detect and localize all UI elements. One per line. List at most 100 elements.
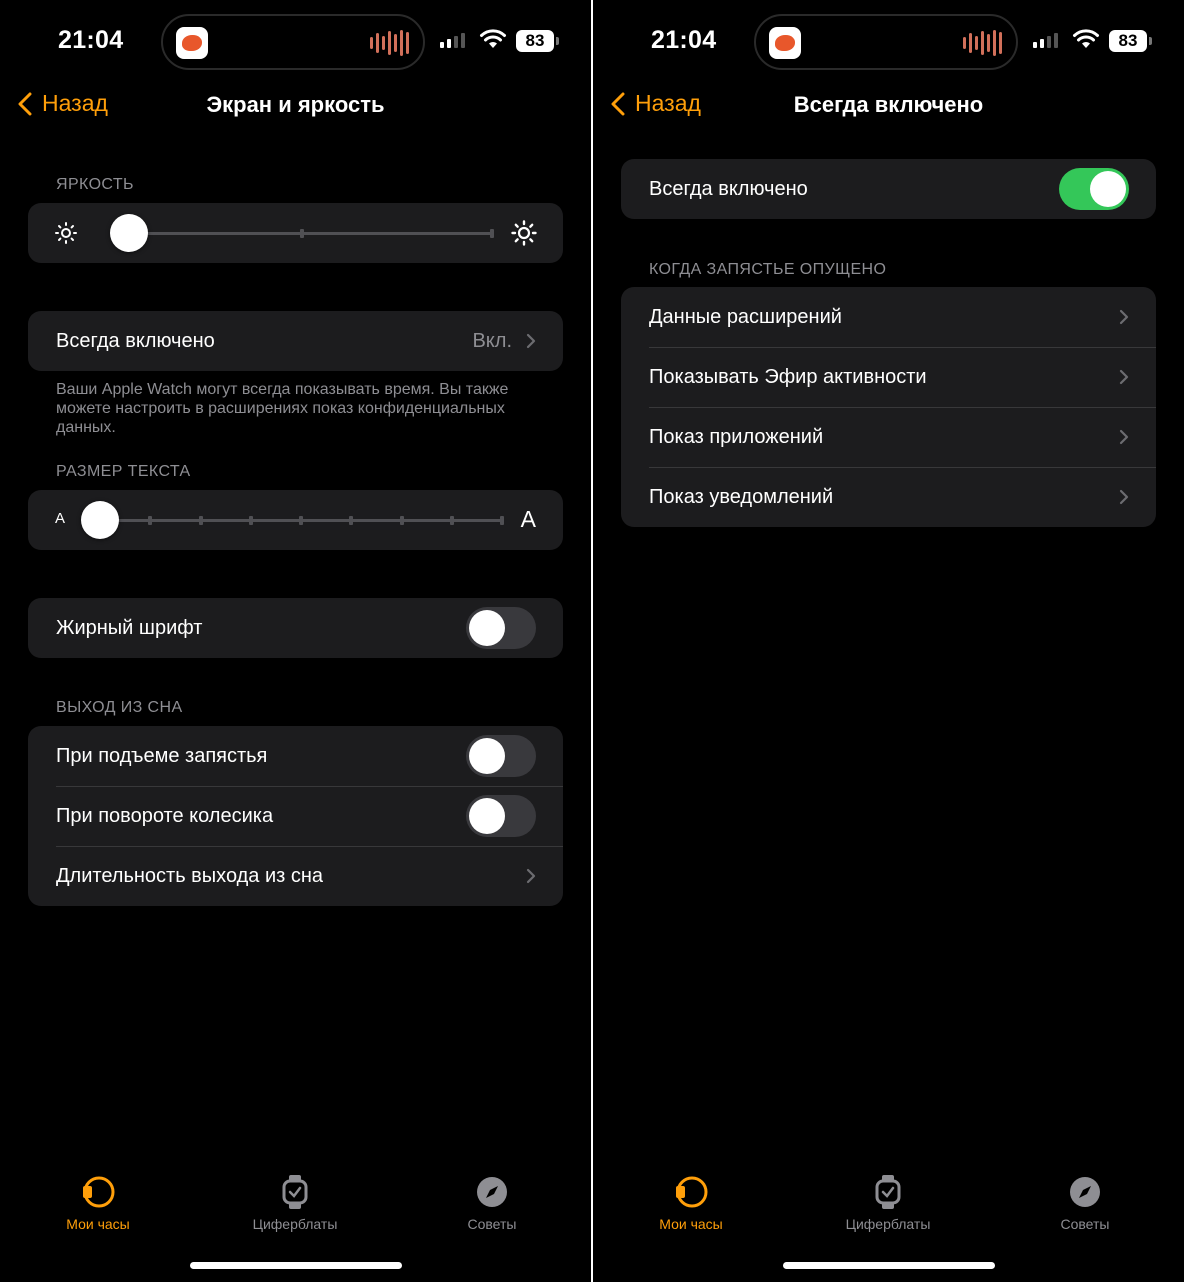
chevron-right-icon — [526, 868, 536, 884]
tab-tips[interactable]: Советы — [417, 1170, 567, 1232]
text-size-knob[interactable] — [81, 501, 119, 539]
always-on-row: Всегда включено — [621, 159, 1156, 219]
always-on-row[interactable]: Всегда включено Вкл. — [28, 311, 563, 371]
tab-bar: Мои часы Циферблаты Советы — [593, 1170, 1184, 1240]
always-on-group: Всегда включено Вкл. — [28, 311, 563, 371]
toggle-knob — [469, 798, 505, 834]
text-size-large-label: A — [520, 506, 536, 532]
watch-icon — [813, 1170, 963, 1214]
text-size-track[interactable] — [100, 516, 504, 525]
list-item[interactable]: Показывать Эфир активности — [621, 347, 1156, 407]
tab-label: Советы — [467, 1216, 517, 1232]
watch-face-icon — [616, 1170, 766, 1214]
wrist-down-group: Данные расширений Показывать Эфир активн… — [621, 287, 1156, 527]
tab-label: Циферблаты — [252, 1216, 338, 1232]
brightness-header: ЯРКОСТЬ — [56, 176, 134, 193]
text-size-tick — [148, 516, 153, 525]
cellular-signal-icon — [1033, 32, 1058, 48]
brightness-tick — [490, 229, 494, 238]
text-size-tick — [349, 516, 354, 525]
brightness-track[interactable] — [110, 229, 494, 238]
sun-large-icon — [511, 220, 537, 246]
wake-duration-row[interactable]: Длительность выхода из сна — [28, 846, 563, 906]
watch-icon — [220, 1170, 370, 1214]
battery-indicator: 83 — [516, 30, 554, 52]
dynamic-island[interactable] — [161, 14, 425, 70]
list-item-label: Показывать Эфир активности — [649, 365, 927, 388]
app-icon — [176, 27, 208, 59]
raise-wrist-label: При подъеме запястья — [56, 744, 268, 767]
page-title: Всегда включено — [793, 92, 984, 117]
cellular-signal-icon — [440, 32, 465, 48]
raise-wrist-toggle[interactable] — [466, 735, 536, 777]
wrist-down-header: КОГДА ЗАПЯСТЬЕ ОПУЩЕНО — [649, 261, 887, 278]
compass-icon — [417, 1170, 567, 1214]
text-size-tick — [500, 516, 504, 525]
watch-face-icon — [23, 1170, 173, 1214]
always-on-toggle-group: Всегда включено — [621, 159, 1156, 219]
list-item[interactable]: Данные расширений — [621, 287, 1156, 347]
tab-faces[interactable]: Циферблаты — [813, 1170, 963, 1232]
list-item[interactable]: Показ уведомлений — [621, 467, 1156, 527]
status-time: 21:04 — [58, 26, 124, 54]
display-brightness-screen: 21:04 83 Назад Экран и яркость ЯРКОСТЬ В… — [0, 0, 591, 1282]
crown-turn-label: При повороте колесика — [56, 804, 274, 827]
chevron-right-icon — [1119, 489, 1129, 505]
wake-group: При подъеме запястья При повороте колеси… — [28, 726, 563, 906]
bold-text-label: Жирный шрифт — [56, 616, 203, 639]
tab-faces[interactable]: Циферблаты — [220, 1170, 370, 1232]
tab-my-watch[interactable]: Мои часы — [23, 1170, 173, 1232]
tab-my-watch[interactable]: Мои часы — [616, 1170, 766, 1232]
toggle-knob — [1090, 171, 1126, 207]
chevron-right-icon — [1119, 429, 1129, 445]
list-item-label: Показ уведомлений — [649, 485, 834, 508]
chevron-right-icon — [1119, 369, 1129, 385]
bold-text-row: Жирный шрифт — [28, 598, 563, 658]
home-indicator[interactable] — [190, 1262, 402, 1269]
wifi-icon — [1073, 29, 1099, 48]
list-item-label: Показ приложений — [649, 425, 824, 448]
text-size-tick — [399, 516, 404, 525]
always-on-toggle[interactable] — [1059, 168, 1129, 210]
tab-label: Советы — [1060, 1216, 1110, 1232]
always-on-screen: 21:04 83 Назад Всегда включено Всегда вк… — [593, 0, 1184, 1282]
crown-turn-row: При повороте колесика — [28, 786, 563, 846]
text-size-tick — [299, 516, 303, 525]
always-on-label: Всегда включено — [649, 177, 808, 200]
brightness-tick — [300, 229, 304, 238]
brightness-slider[interactable] — [28, 203, 563, 263]
brightness-knob[interactable] — [110, 214, 149, 252]
list-item[interactable]: Показ приложений — [621, 407, 1156, 467]
tab-label: Мои часы — [659, 1216, 723, 1232]
wifi-icon — [480, 29, 506, 48]
crown-turn-toggle[interactable] — [466, 795, 536, 837]
list-item-label: Данные расширений — [649, 305, 842, 328]
text-size-tick — [248, 516, 253, 525]
tab-bar: Мои часы Циферблаты Советы — [0, 1170, 591, 1240]
battery-tip — [556, 37, 559, 45]
text-size-tick — [198, 516, 203, 525]
bold-text-toggle[interactable] — [466, 607, 536, 649]
always-on-label: Всегда включено — [56, 329, 215, 352]
audio-waveform-icon — [963, 29, 1002, 57]
battery-indicator: 83 — [1109, 30, 1147, 52]
brightness-group — [28, 203, 563, 263]
always-on-footnote: Ваши Apple Watch могут всегда показывать… — [56, 381, 509, 436]
text-size-group: A A — [28, 490, 563, 550]
app-icon — [769, 27, 801, 59]
chevron-right-icon — [1119, 309, 1129, 325]
tab-label: Циферблаты — [845, 1216, 931, 1232]
sun-small-icon — [55, 222, 77, 244]
status-time: 21:04 — [651, 26, 717, 54]
text-size-small-label: A — [55, 510, 66, 527]
tab-tips[interactable]: Советы — [1010, 1170, 1160, 1232]
text-size-slider[interactable]: A A — [28, 490, 563, 550]
raise-wrist-row: При подъеме запястья — [28, 726, 563, 786]
tab-label: Мои часы — [66, 1216, 130, 1232]
toggle-knob — [469, 610, 505, 646]
wake-header: ВЫХОД ИЗ СНА — [56, 699, 183, 716]
dynamic-island[interactable] — [754, 14, 1018, 70]
battery-tip — [1149, 37, 1152, 45]
audio-waveform-icon — [370, 29, 409, 57]
home-indicator[interactable] — [783, 1262, 995, 1269]
